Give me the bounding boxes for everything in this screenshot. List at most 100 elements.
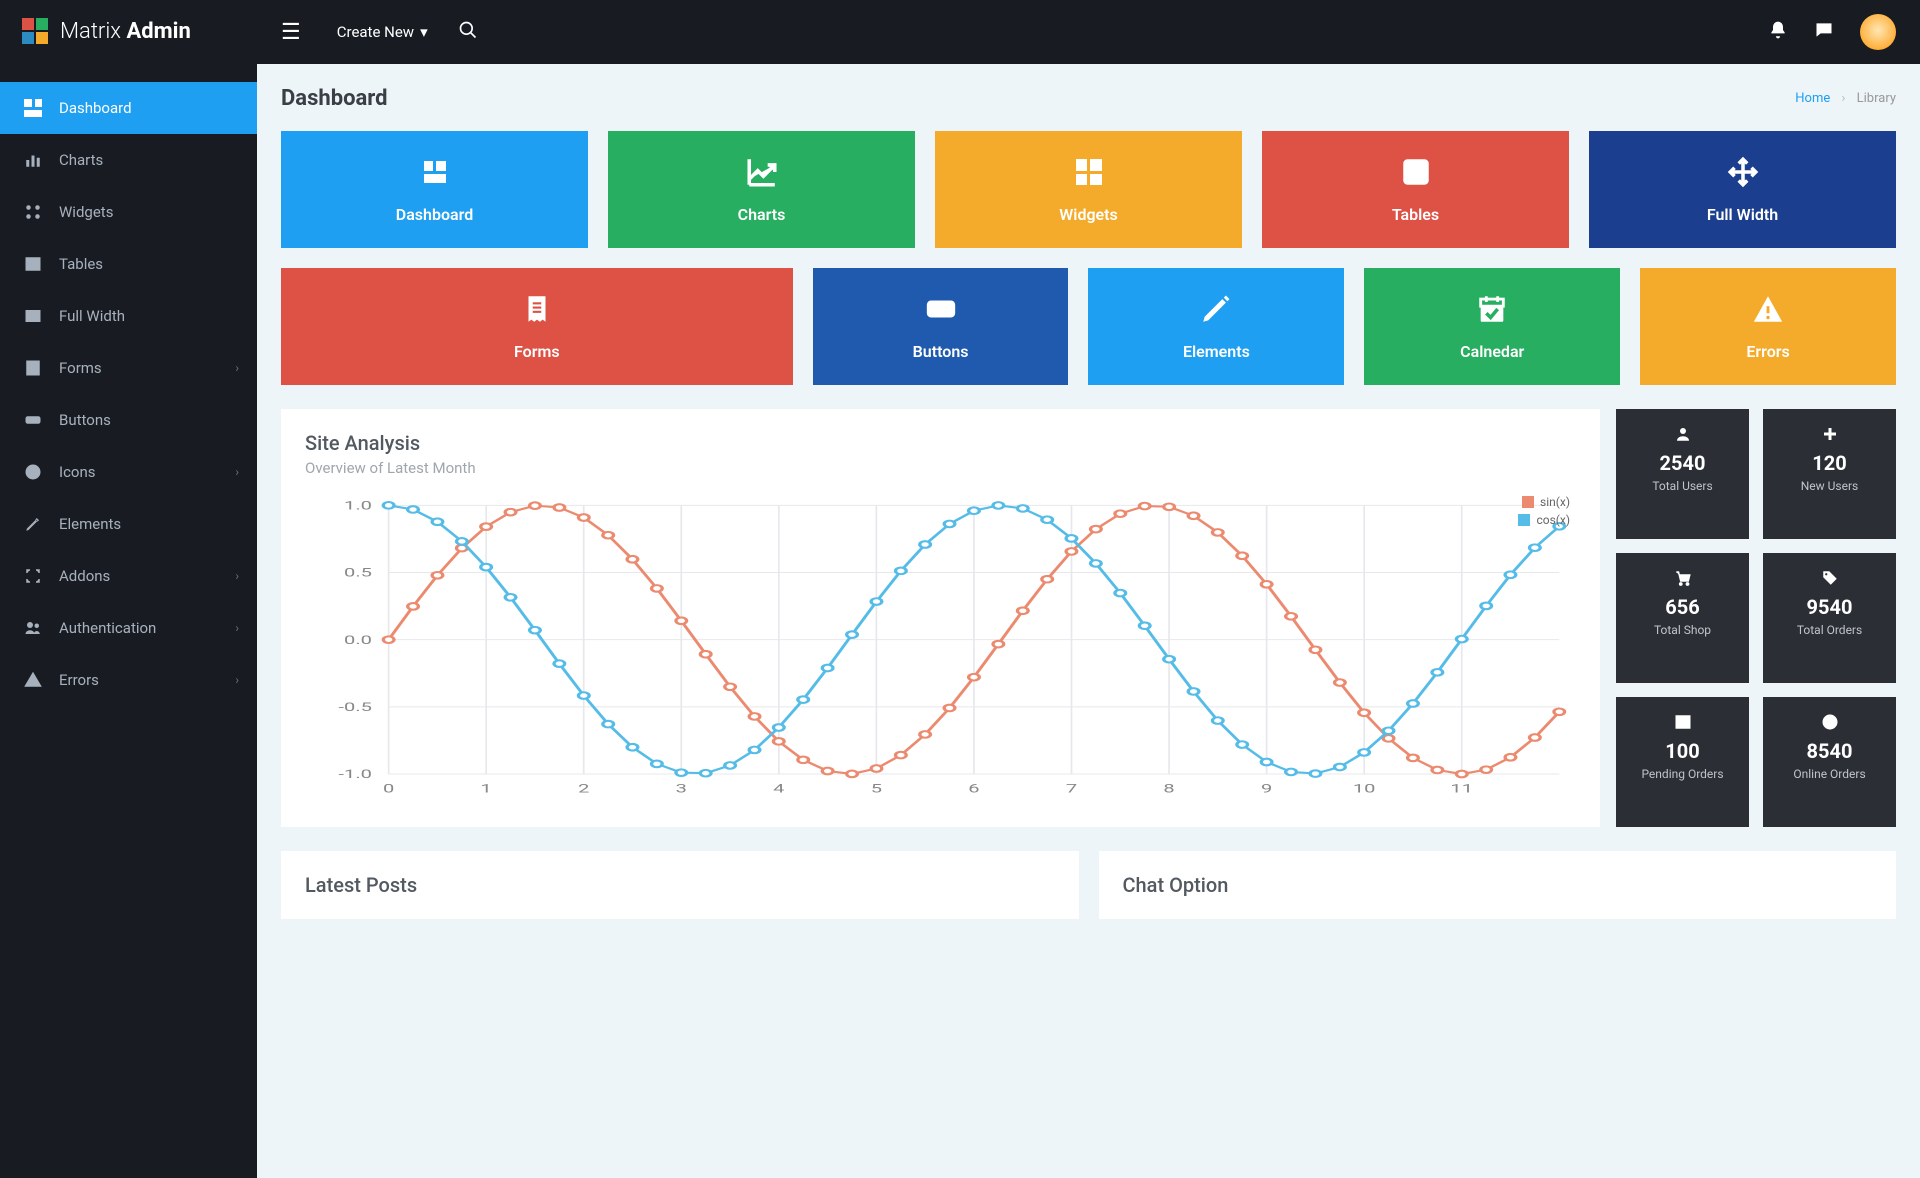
dice-icon <box>1272 153 1559 191</box>
smile-icon <box>22 463 44 481</box>
move-icon <box>1599 153 1886 191</box>
stat-label: New Users <box>1771 479 1888 493</box>
dashboard-icon <box>291 153 578 191</box>
sidebar-item-full-width[interactable]: Full Width <box>0 290 257 342</box>
tile-label: Elements <box>1098 342 1334 361</box>
tile-tables[interactable]: Tables <box>1262 131 1569 248</box>
breadcrumb: Home › Library <box>1795 91 1896 106</box>
site-analysis-panel: Site Analysis Overview of Latest Month s… <box>281 409 1600 827</box>
tile-elements[interactable]: Elements <box>1088 268 1344 385</box>
warning-icon <box>1650 290 1886 328</box>
sidebar-item-elements[interactable]: Elements <box>0 498 257 550</box>
svg-text:0: 0 <box>383 782 394 796</box>
stat-label: Pending Orders <box>1624 767 1741 781</box>
table-icon <box>22 255 44 273</box>
create-new-button[interactable]: Create New ▾ <box>337 23 428 41</box>
search-icon[interactable] <box>458 20 478 44</box>
sidebar-item-label: Errors <box>59 671 99 689</box>
sidebar-item-icons[interactable]: Icons› <box>0 446 257 498</box>
addons-icon <box>22 567 44 585</box>
form-icon <box>22 359 44 377</box>
pencil-icon <box>1098 290 1334 328</box>
svg-text:4: 4 <box>773 782 784 796</box>
tile-dashboard[interactable]: Dashboard <box>281 131 588 248</box>
tiles-row-2: Forms Buttons Elements Calnedar Errors <box>281 268 1896 385</box>
brand-text: Matrix Admin <box>60 19 191 44</box>
sidebar-item-buttons[interactable]: Buttons <box>0 394 257 446</box>
tile-full-width[interactable]: Full Width <box>1589 131 1896 248</box>
tile-label: Errors <box>1650 342 1886 361</box>
sidebar-item-label: Buttons <box>59 411 111 429</box>
tile-label: Full Width <box>1599 205 1886 224</box>
chevron-down-icon: ▾ <box>420 23 428 41</box>
message-icon[interactable] <box>1814 20 1834 44</box>
chart-line-icon <box>618 153 905 191</box>
tile-label: Dashboard <box>291 205 578 224</box>
button-icon <box>22 411 44 429</box>
svg-text:0.0: 0.0 <box>344 633 372 647</box>
sidebar-item-label: Full Width <box>59 307 125 325</box>
latest-posts-panel: Latest Posts <box>281 851 1079 919</box>
svg-text:10: 10 <box>1353 782 1376 796</box>
stat-label: Total Orders <box>1771 623 1888 637</box>
chevron-right-icon: › <box>235 569 239 583</box>
sidebar-item-tables[interactable]: Tables <box>0 238 257 290</box>
svg-text:9: 9 <box>1261 782 1272 796</box>
receipt-icon <box>291 290 783 328</box>
stat-total-shop: 656 Total Shop <box>1616 553 1749 683</box>
stat-pending-orders: 100 Pending Orders <box>1616 697 1749 827</box>
tile-widgets[interactable]: Widgets <box>935 131 1242 248</box>
stat-value: 100 <box>1624 739 1741 763</box>
analysis-title: Site Analysis <box>305 431 1576 455</box>
user-icon <box>1624 425 1741 445</box>
sidebar-item-charts[interactable]: Charts <box>0 134 257 186</box>
stat-label: Total Shop <box>1624 623 1741 637</box>
tile-errors[interactable]: Errors <box>1640 268 1896 385</box>
chevron-right-icon: › <box>235 621 239 635</box>
tile-label: Forms <box>291 342 783 361</box>
logo-icon <box>22 18 48 44</box>
stat-value: 8540 <box>1771 739 1888 763</box>
stat-new-users: 120New Users <box>1763 409 1896 539</box>
widget-icon <box>945 153 1232 191</box>
topbar: ☰ Create New ▾ <box>257 0 1920 64</box>
brand-logo[interactable]: Matrix Admin <box>0 0 257 62</box>
sidebar-item-widgets[interactable]: Widgets <box>0 186 257 238</box>
sidebar-item-errors[interactable]: Errors › <box>0 654 257 706</box>
stat-value: 656 <box>1624 595 1741 619</box>
bell-icon[interactable] <box>1768 20 1788 44</box>
avatar[interactable] <box>1860 14 1896 50</box>
chevron-right-icon: › <box>235 361 239 375</box>
breadcrumb-home[interactable]: Home <box>1795 91 1830 106</box>
chevron-right-icon: › <box>1842 91 1846 106</box>
chevron-right-icon: › <box>235 673 239 687</box>
grid-icon <box>1624 713 1741 733</box>
tile-charts[interactable]: Charts <box>608 131 915 248</box>
tile-label: Widgets <box>945 205 1232 224</box>
sidebar-item-authentication[interactable]: Authentication› <box>0 602 257 654</box>
tile-forms[interactable]: Forms <box>281 268 793 385</box>
calendar-icon <box>1374 290 1610 328</box>
sidebar-item-forms[interactable]: Forms › <box>0 342 257 394</box>
sidebar-item-label: Widgets <box>59 203 113 221</box>
tile-label: Charts <box>618 205 905 224</box>
sidebar-item-label: Forms <box>59 359 102 377</box>
tile-label: Calnedar <box>1374 342 1610 361</box>
sidebar-item-label: Charts <box>59 151 103 169</box>
stat-total-users: 2540Total Users <box>1616 409 1749 539</box>
sidebar-item-dashboard[interactable]: Dashboard <box>0 82 257 134</box>
sidebar-nav: Dashboard Charts Widgets Tables Full Width Fo… <box>0 82 257 706</box>
stats-grid: 2540Total Users120New Users 656 Total Shop… <box>1616 409 1896 827</box>
tile-label: Tables <box>1272 205 1559 224</box>
tile-calnedar[interactable]: Calnedar <box>1364 268 1620 385</box>
sine-cosine-chart: -1.0-0.50.00.51.001234567891011 <box>305 495 1576 805</box>
sidebar-item-label: Dashboard <box>59 99 132 117</box>
svg-text:3: 3 <box>676 782 687 796</box>
sidebar-item-addons[interactable]: Addons› <box>0 550 257 602</box>
tile-buttons[interactable]: Buttons <box>813 268 1069 385</box>
page-title: Dashboard <box>281 86 388 111</box>
chat-option-title: Chat Option <box>1123 873 1873 897</box>
svg-text:-1.0: -1.0 <box>339 768 372 782</box>
hamburger-icon[interactable]: ☰ <box>281 20 301 45</box>
chevron-right-icon: › <box>235 465 239 479</box>
